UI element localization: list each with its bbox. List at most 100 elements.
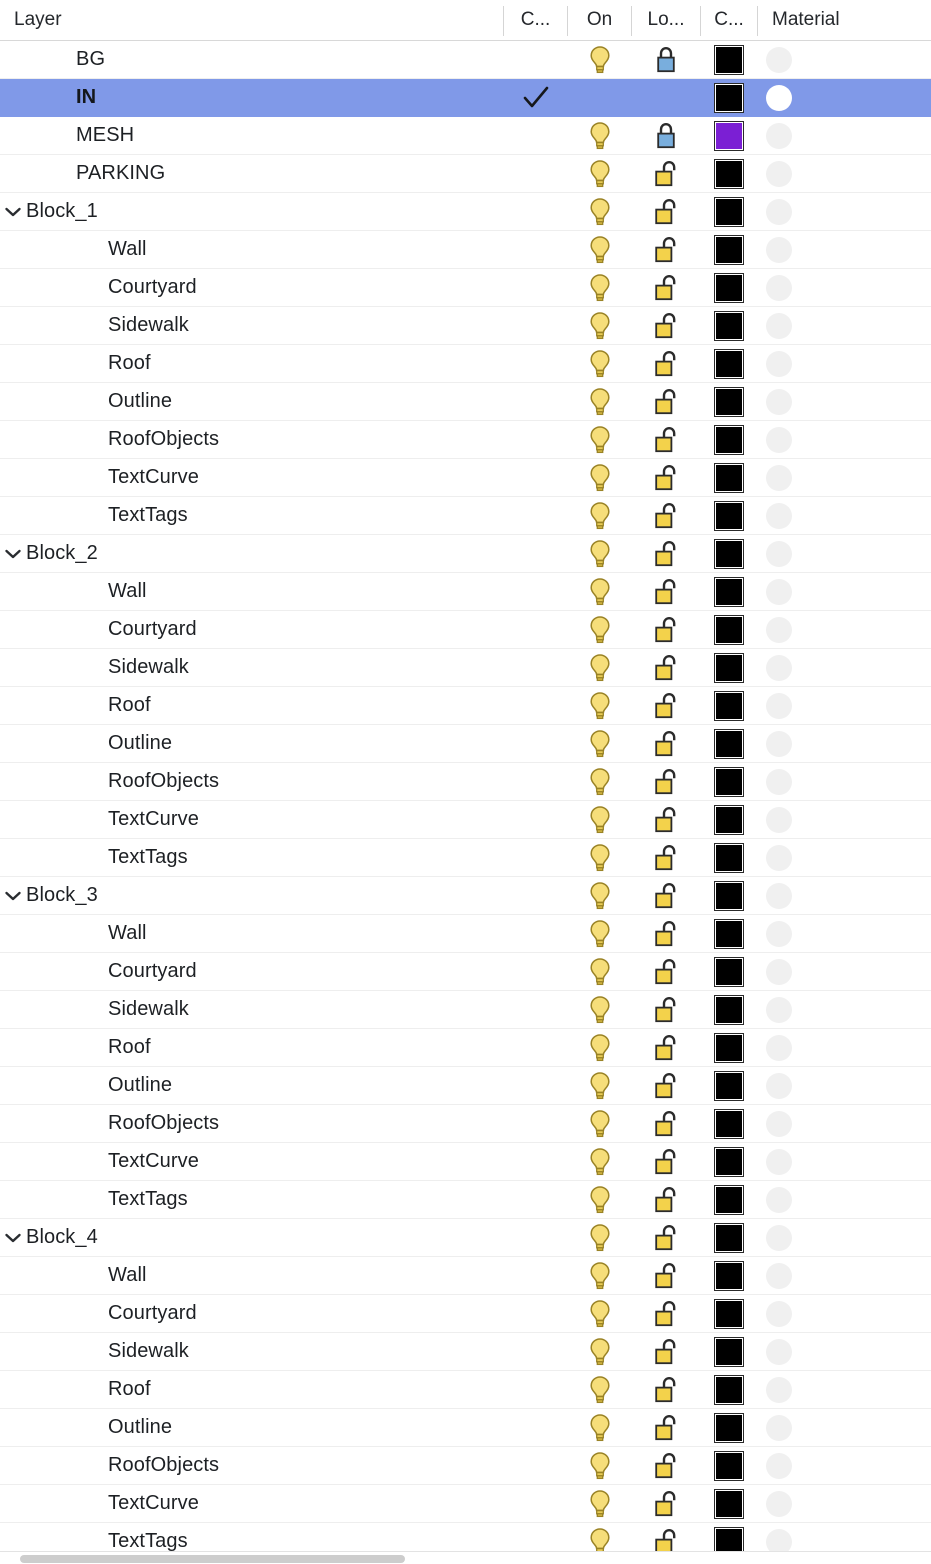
layer-name-cell[interactable]: Block_1 bbox=[0, 193, 503, 230]
horizontal-scrollbar[interactable] bbox=[0, 1551, 931, 1564]
layer-row[interactable]: Wall bbox=[0, 573, 931, 611]
current-layer-cell[interactable] bbox=[504, 1409, 567, 1446]
layer-color-swatch[interactable] bbox=[701, 1143, 757, 1180]
layer-material-cell[interactable] bbox=[758, 1029, 931, 1066]
material-dot[interactable] bbox=[766, 1110, 792, 1137]
material-dot[interactable] bbox=[766, 1034, 792, 1061]
current-layer-cell[interactable] bbox=[504, 383, 567, 420]
lock-open-icon[interactable] bbox=[632, 649, 700, 686]
lock-open-icon[interactable] bbox=[632, 1219, 700, 1256]
current-layer-checkmark-icon[interactable] bbox=[504, 79, 567, 116]
layer-visibility-bulb-icon[interactable] bbox=[568, 915, 631, 952]
layer-visibility-bulb-icon[interactable] bbox=[568, 1143, 631, 1180]
layer-name-cell[interactable]: Outline bbox=[0, 383, 503, 420]
layer-material-cell[interactable] bbox=[758, 421, 931, 458]
layer-name-cell[interactable]: Block_2 bbox=[0, 535, 503, 572]
material-dot[interactable] bbox=[766, 1452, 792, 1479]
layer-visibility-bulb-icon[interactable] bbox=[568, 573, 631, 610]
lock-open-icon[interactable] bbox=[632, 535, 700, 572]
color-swatch[interactable] bbox=[714, 766, 744, 797]
layer-material-cell[interactable] bbox=[758, 649, 931, 686]
layer-row[interactable]: MESH bbox=[0, 117, 931, 155]
lock-open-icon[interactable] bbox=[632, 839, 700, 876]
current-layer-cell[interactable] bbox=[504, 877, 567, 914]
column-header-material[interactable]: Material bbox=[758, 0, 931, 40]
color-swatch[interactable] bbox=[714, 652, 744, 683]
material-dot[interactable] bbox=[766, 46, 792, 73]
layer-material-cell[interactable] bbox=[758, 725, 931, 762]
color-swatch[interactable] bbox=[714, 310, 744, 341]
layer-visibility-bulb-icon[interactable] bbox=[568, 1333, 631, 1370]
material-dot[interactable] bbox=[766, 958, 792, 985]
layer-name-cell[interactable]: Outline bbox=[0, 1067, 503, 1104]
layer-row[interactable]: Wall bbox=[0, 1257, 931, 1295]
color-swatch[interactable] bbox=[714, 1260, 744, 1291]
color-swatch[interactable] bbox=[714, 956, 744, 987]
layer-name-cell[interactable]: RoofObjects bbox=[0, 763, 503, 800]
layer-name-cell[interactable]: TextCurve bbox=[0, 459, 503, 496]
layer-visibility-bulb-icon[interactable] bbox=[568, 193, 631, 230]
layer-material-cell[interactable] bbox=[758, 1295, 931, 1332]
layer-material-cell[interactable] bbox=[758, 383, 931, 420]
material-dot[interactable] bbox=[766, 160, 792, 187]
color-swatch[interactable] bbox=[714, 1108, 744, 1139]
color-swatch[interactable] bbox=[714, 842, 744, 873]
layer-color-swatch[interactable] bbox=[701, 953, 757, 990]
material-dot[interactable] bbox=[766, 198, 792, 225]
color-swatch[interactable] bbox=[714, 918, 744, 949]
layer-material-cell[interactable] bbox=[758, 497, 931, 534]
current-layer-cell[interactable] bbox=[504, 1219, 567, 1256]
color-swatch[interactable] bbox=[714, 538, 744, 569]
layer-color-swatch[interactable] bbox=[701, 193, 757, 230]
layer-visibility-bulb-icon[interactable] bbox=[568, 231, 631, 268]
current-layer-cell[interactable] bbox=[504, 421, 567, 458]
layer-visibility-bulb-icon[interactable] bbox=[568, 1105, 631, 1142]
layer-name-cell[interactable]: Courtyard bbox=[0, 953, 503, 990]
lock-open-icon[interactable] bbox=[632, 687, 700, 724]
layer-material-cell[interactable] bbox=[758, 1067, 931, 1104]
lock-open-icon[interactable] bbox=[632, 1295, 700, 1332]
layer-color-swatch[interactable] bbox=[701, 1067, 757, 1104]
column-header-layer[interactable]: Layer bbox=[0, 0, 503, 40]
layer-name-cell[interactable]: Roof bbox=[0, 345, 503, 382]
layer-visibility-bulb-icon[interactable] bbox=[568, 687, 631, 724]
current-layer-cell[interactable] bbox=[504, 1485, 567, 1522]
column-header-color[interactable]: C... bbox=[701, 0, 757, 40]
layer-name-cell[interactable]: Outline bbox=[0, 1409, 503, 1446]
layer-color-swatch[interactable] bbox=[701, 231, 757, 268]
column-divider-1[interactable] bbox=[567, 6, 568, 36]
column-divider-2[interactable] bbox=[631, 6, 632, 36]
layer-name-cell[interactable]: Courtyard bbox=[0, 269, 503, 306]
layer-color-swatch[interactable] bbox=[701, 1295, 757, 1332]
layer-name-cell[interactable]: TextTags bbox=[0, 497, 503, 534]
lock-open-icon[interactable] bbox=[632, 459, 700, 496]
layer-row[interactable]: TextCurve bbox=[0, 1485, 931, 1523]
material-dot[interactable] bbox=[766, 274, 792, 301]
color-swatch[interactable] bbox=[714, 424, 744, 455]
current-layer-cell[interactable] bbox=[504, 725, 567, 762]
lock-open-icon[interactable] bbox=[632, 269, 700, 306]
column-divider-4[interactable] bbox=[757, 6, 758, 36]
lock-open-icon[interactable] bbox=[632, 345, 700, 382]
layer-name-cell[interactable]: Outline bbox=[0, 725, 503, 762]
layer-visibility-cell[interactable] bbox=[568, 79, 631, 116]
layer-name-cell[interactable]: Wall bbox=[0, 231, 503, 268]
layer-color-swatch[interactable] bbox=[701, 383, 757, 420]
chevron-down-icon[interactable] bbox=[0, 193, 26, 230]
layer-color-swatch[interactable] bbox=[701, 421, 757, 458]
color-swatch[interactable] bbox=[714, 82, 744, 113]
lock-open-icon[interactable] bbox=[632, 991, 700, 1028]
color-swatch[interactable] bbox=[714, 1298, 744, 1329]
layer-color-swatch[interactable] bbox=[701, 1333, 757, 1370]
layer-visibility-bulb-icon[interactable] bbox=[568, 497, 631, 534]
layer-name-cell[interactable]: RoofObjects bbox=[0, 1447, 503, 1484]
layer-name-cell[interactable]: TextTags bbox=[0, 1181, 503, 1218]
layer-row[interactable]: TextTags bbox=[0, 839, 931, 877]
layer-material-cell[interactable] bbox=[758, 915, 931, 952]
layer-visibility-bulb-icon[interactable] bbox=[568, 155, 631, 192]
layer-row[interactable]: Sidewalk bbox=[0, 991, 931, 1029]
layer-name-cell[interactable]: Sidewalk bbox=[0, 991, 503, 1028]
layer-color-swatch[interactable] bbox=[701, 1029, 757, 1066]
lock-open-icon[interactable] bbox=[632, 421, 700, 458]
layer-visibility-bulb-icon[interactable] bbox=[568, 991, 631, 1028]
